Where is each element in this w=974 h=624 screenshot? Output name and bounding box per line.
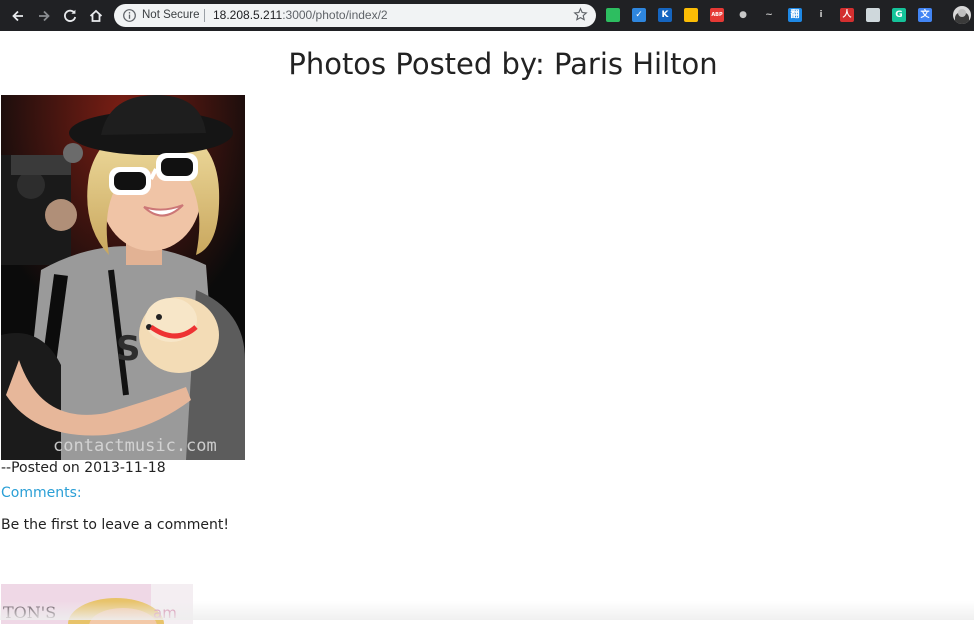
acrobat-icon[interactable]: 人 bbox=[840, 8, 854, 22]
paris-hilton-photo-image: S contactmusic.com bbox=[1, 95, 245, 460]
avatar-head bbox=[958, 9, 966, 17]
adblock-plus-icon[interactable]: ABP bbox=[710, 8, 724, 22]
profile-avatar[interactable] bbox=[953, 6, 971, 24]
svg-text:S: S bbox=[116, 329, 141, 369]
reload-button[interactable] bbox=[59, 5, 81, 27]
url-path: :3000/photo/index/2 bbox=[282, 8, 388, 22]
bookmark-star-icon[interactable] bbox=[573, 7, 588, 22]
google-translate-icon[interactable]: 文 bbox=[918, 8, 932, 22]
info-extension-icon[interactable]: i bbox=[814, 8, 828, 22]
home-button[interactable] bbox=[85, 5, 107, 27]
sketch-extension-icon[interactable]: ~ bbox=[762, 8, 776, 22]
forward-button[interactable] bbox=[33, 5, 55, 27]
browser-toolbar: Not Secure 18.208.5.211:3000/photo/index… bbox=[0, 0, 974, 31]
security-label[interactable]: Not Secure bbox=[142, 8, 200, 23]
second-photo-text: TON'S bbox=[3, 603, 56, 622]
post-photo: S contactmusic.com bbox=[1, 95, 245, 460]
chat-bubble-icon[interactable] bbox=[866, 8, 880, 22]
comments-link[interactable]: Comments: bbox=[1, 484, 82, 502]
todo-check-icon[interactable]: ✓ bbox=[632, 8, 646, 22]
back-button[interactable] bbox=[7, 5, 29, 27]
evernote-icon[interactable] bbox=[606, 8, 620, 22]
grammarly-icon[interactable]: G bbox=[892, 8, 906, 22]
post-photo-2: TON'S am bbox=[1, 584, 193, 624]
k-extension-icon[interactable]: K bbox=[658, 8, 672, 22]
dot-extension-icon[interactable]: ● bbox=[736, 8, 750, 22]
home-icon bbox=[89, 9, 103, 22]
second-photo-image: TON'S am bbox=[1, 584, 193, 624]
address-bar[interactable]: Not Secure 18.208.5.211:3000/photo/index… bbox=[114, 4, 596, 27]
arrow-left-icon bbox=[12, 10, 23, 22]
url-host: 18.208.5.211 bbox=[213, 8, 283, 22]
info-icon[interactable] bbox=[122, 8, 137, 23]
reload-icon bbox=[64, 9, 77, 22]
page-title: Photos Posted by: Paris Hilton bbox=[288, 47, 718, 81]
empty-comments-message: Be the first to leave a comment! bbox=[1, 517, 229, 533]
posted-date: --Posted on 2013-11-18 bbox=[1, 460, 166, 476]
url-text[interactable]: 18.208.5.211:3000/photo/index/2 bbox=[213, 8, 388, 23]
photo-watermark: contactmusic.com bbox=[53, 436, 217, 456]
omnibox-divider bbox=[204, 9, 205, 22]
svg-text:am: am bbox=[153, 604, 177, 622]
arrow-right-icon bbox=[39, 10, 50, 22]
translate-cn-icon[interactable]: 翻 bbox=[788, 8, 802, 22]
google-drive-icon[interactable] bbox=[684, 8, 698, 22]
page-content: Photos Posted by: Paris Hilton S contact… bbox=[0, 31, 974, 624]
